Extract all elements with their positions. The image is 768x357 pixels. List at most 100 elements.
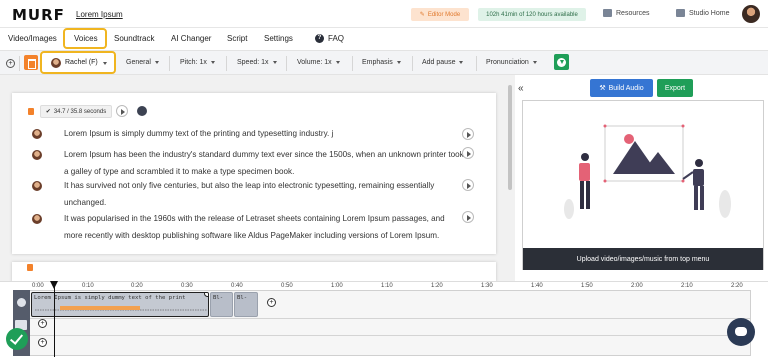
editor-mode-badge[interactable]: ✎ Editor Mode [411,8,469,21]
toolbar-divider [226,56,227,71]
toolbar-divider [476,56,477,71]
studio-home-link[interactable]: Studio Home [676,9,729,17]
clip-trim-handle[interactable] [204,293,208,297]
toolbar-divider [286,56,287,71]
paragraph-play-button[interactable] [462,179,474,191]
voice-clip-secondary[interactable]: Bl- [210,292,233,317]
download-icon [557,57,566,67]
person-icon [17,298,26,307]
studio-home-icon [676,9,685,17]
speed-label: Speed: 1x [237,59,269,66]
timeline-ruler[interactable]: 0:00 0:10 0:20 0:30 0:40 0:50 1:00 1:10 … [0,281,768,290]
play-icon [121,109,125,115]
paragraph-play-button[interactable] [462,211,474,223]
tick-label: 1:50 [581,283,593,289]
add-clip-button[interactable]: + [267,298,276,307]
chevron-down-icon [103,62,107,65]
voice-clip[interactable]: Lorem Ipsum is simply dummy text of the … [31,292,209,317]
playhead-handle[interactable] [50,281,58,289]
script-paragraph[interactable]: Lorem Ipsum is simply dummy text of the … [64,125,464,142]
tick-label: 0:50 [281,283,293,289]
general-dropdown[interactable]: General [126,59,159,66]
script-paragraph[interactable]: It was popularised in the 1960s with the… [64,210,464,244]
add-pause-dropdown[interactable]: Add pause [422,59,464,66]
add-clip-button[interactable]: + [38,338,47,347]
tab-faq[interactable]: ? FAQ [315,34,344,43]
check-icon: ✔ [45,109,51,115]
studio-home-label: Studio Home [689,9,730,17]
block-duration-badge: ✔ 34.7 / 35.8 seconds [40,105,112,118]
resources-link[interactable]: Resources [603,9,649,17]
editor-mode-label: Editor Mode [427,11,461,18]
volume-dropdown[interactable]: Volume: 1x [297,59,340,66]
paragraph-play-button[interactable] [462,128,474,140]
checklist-button[interactable] [6,328,28,350]
tick-label: 1:10 [381,283,393,289]
script-paragraph[interactable]: Lorem Ipsum has been the industry's stan… [64,146,464,180]
tab-video-images[interactable]: Video/Images [8,34,57,43]
voice-clip-secondary[interactable]: Bl- [234,292,258,317]
tick-label: 1:00 [331,283,343,289]
toolbar-divider [412,56,413,71]
play-icon [467,183,471,189]
paragraph-play-button[interactable] [462,147,474,159]
chat-support-button[interactable] [727,318,755,346]
delete-block-button[interactable] [24,55,38,70]
pencil-icon: ✎ [419,12,425,18]
block-download-icon[interactable] [137,106,147,116]
hammer-icon: ⚒ [599,85,606,92]
collapse-panel-icon[interactable]: « [518,83,524,94]
build-audio-label: Build Audio [608,84,644,92]
track-divider [14,318,750,319]
build-audio-button[interactable]: ⚒ Build Audio [590,79,653,97]
script-scrollbar[interactable] [508,85,512,190]
chevron-down-icon [459,61,464,64]
next-script-block-card [12,262,496,282]
tab-settings[interactable]: Settings [264,34,293,43]
upload-illustration [564,124,731,219]
voices-tab-highlight [63,28,107,49]
playhead[interactable] [54,281,55,357]
tick-label: 0:00 [32,283,44,289]
clip-highlight-segment [60,306,140,310]
chevron-down-icon [396,61,401,64]
add-clip-button[interactable]: + [38,319,47,328]
help-icon: ? [315,34,324,43]
murf-logo[interactable]: MURF [12,6,65,24]
block-play-button[interactable] [116,105,128,117]
next-block-delete-icon[interactable] [27,264,33,271]
pitch-label: Pitch: 1x [180,59,207,66]
hours-available-badge: 102h 41min of 120 hours available [478,8,586,21]
play-icon [467,151,471,157]
emphasis-dropdown[interactable]: Emphasis [362,59,401,66]
user-avatar[interactable] [742,5,760,23]
add-pause-label: Add pause [422,59,456,66]
block-delete-icon[interactable] [28,108,34,115]
pitch-dropdown[interactable]: Pitch: 1x [180,59,215,66]
script-paragraph[interactable]: It has survived not only five centuries,… [64,177,464,211]
add-block-icon[interactable]: + [6,59,15,68]
speaker-avatar [32,150,42,160]
chevron-down-icon [210,61,215,64]
speed-dropdown[interactable]: Speed: 1x [237,59,277,66]
tick-label: 2:10 [681,283,693,289]
toolbar-divider [169,56,170,71]
chevron-down-icon [154,61,159,64]
tab-ai-changer[interactable]: AI Changer [171,34,211,43]
voice-selector-label: Rachel (F) [65,59,98,66]
tick-label: 0:20 [131,283,143,289]
export-button[interactable]: Export [657,79,693,97]
project-title[interactable]: Lorem Ipsum [76,10,123,19]
tick-label: 1:30 [481,283,493,289]
download-button[interactable] [554,54,569,70]
voice-selector[interactable]: Rachel (F) [40,51,116,74]
tick-label: 1:40 [531,283,543,289]
tab-soundtrack[interactable]: Soundtrack [114,34,154,43]
play-icon [467,132,471,138]
video-preview-box [522,100,764,270]
pronunciation-dropdown[interactable]: Pronunciation [486,59,537,66]
tab-script[interactable]: Script [227,34,247,43]
speaker-avatar [32,214,42,224]
chevron-down-icon [335,61,340,64]
tab-faq-label: FAQ [328,34,345,43]
